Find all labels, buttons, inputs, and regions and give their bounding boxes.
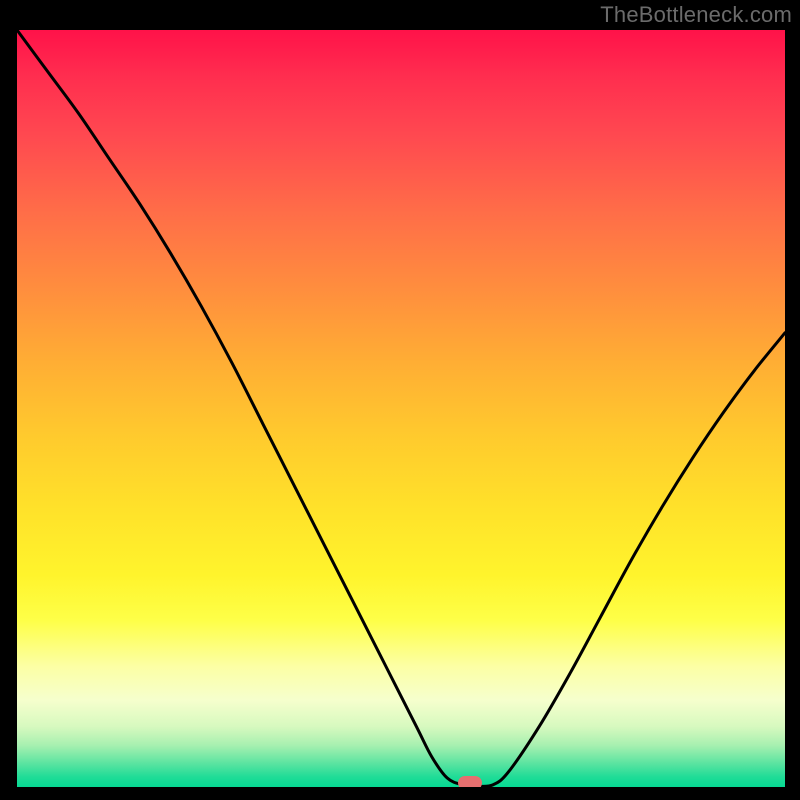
chart-stage: TheBottleneck.com: [0, 0, 800, 800]
optimum-marker: [458, 776, 482, 787]
bottleneck-curve: [17, 30, 785, 786]
curve-svg: [17, 30, 785, 787]
plot-area: [17, 30, 785, 787]
watermark-text: TheBottleneck.com: [600, 2, 792, 28]
